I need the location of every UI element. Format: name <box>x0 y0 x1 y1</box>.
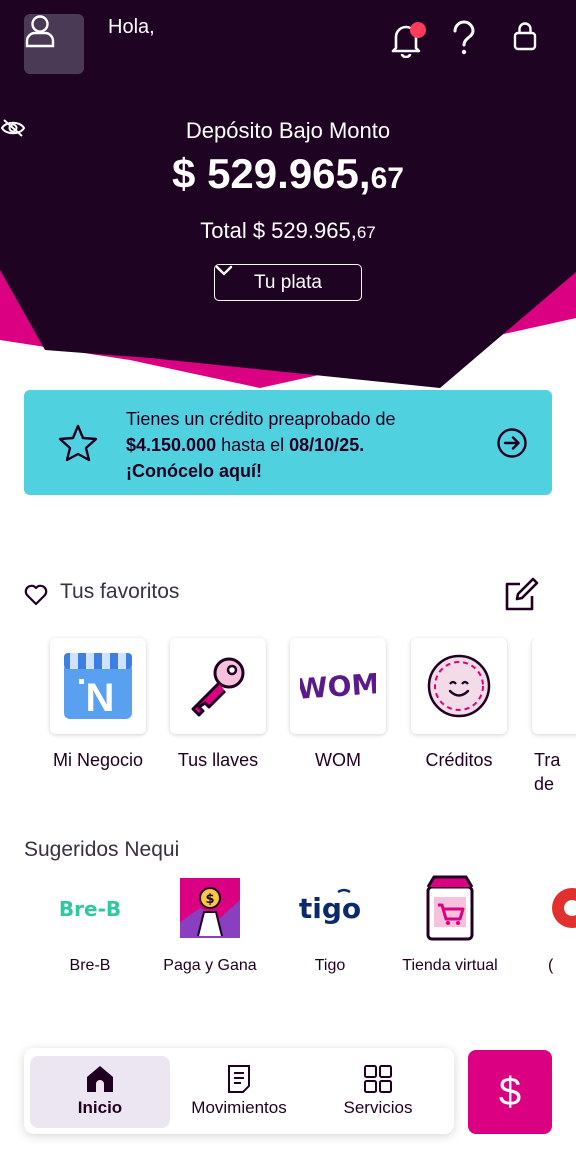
balance-amount: $ 529.965,67 <box>0 150 576 198</box>
lock-icon <box>513 22 537 51</box>
home-icon <box>87 1066 113 1092</box>
shop-cart-icon <box>418 875 482 941</box>
suggested-paga-y-gana[interactable]: $ Paga y Gana <box>150 876 270 978</box>
top-icons <box>388 20 552 64</box>
suggested-list: Bre-B Bre-B $ Paga y Gana tigo Tigo Tien… <box>0 875 576 1006</box>
favorite-label: Mi Negocio <box>52 750 144 770</box>
favorite-creditos[interactable]: Créditos <box>399 638 519 772</box>
nav-movimientos[interactable]: Movimientos <box>169 1056 309 1128</box>
favorite-tus-llaves[interactable]: Tus llaves <box>158 638 278 772</box>
user-icon <box>25 15 55 48</box>
notification-dot <box>410 22 426 38</box>
favorite-label: Tra de <box>534 750 561 794</box>
help-icon <box>453 20 475 55</box>
suggested-label: Tigo <box>314 957 346 974</box>
key-icon <box>191 657 245 717</box>
eye-off-icon[interactable] <box>0 118 26 138</box>
bre-b-logo-icon: Bre-B <box>58 876 122 940</box>
notifications-button[interactable] <box>388 20 428 64</box>
edit-icon[interactable] <box>502 576 540 614</box>
star-icon <box>58 424 98 462</box>
amount-main: 529.965, <box>207 150 371 197</box>
grid-icon <box>364 1065 392 1093</box>
lock-button[interactable] <box>512 20 552 64</box>
credit-promo-banner[interactable]: Tienes un crédito preaprobado de $4.150.… <box>24 390 552 495</box>
nav-label: Servicios <box>343 1098 413 1117</box>
nav-inicio[interactable]: Inicio <box>30 1056 170 1128</box>
favorites-header: Tus favoritos <box>24 577 552 611</box>
suggested-label: ( <box>548 957 554 974</box>
paga-y-gana-icon: $ <box>178 876 242 940</box>
svg-text:WOM: WOM <box>300 667 376 706</box>
dollar-icon: $ <box>498 1069 522 1114</box>
total-cents: 67 <box>356 223 376 242</box>
favorite-card <box>532 638 576 734</box>
favorites-list: N Mi Negocio Tus llaves WOM WOM Créditos… <box>0 638 576 808</box>
balance-label: Depósito Bajo Monto <box>0 118 576 144</box>
suggested-partial[interactable]: ( <box>520 876 576 978</box>
balance-total: Total $ 529.965,67 <box>0 218 576 244</box>
tu-plata-button[interactable]: Tu plata <box>214 264 362 301</box>
arrow-right-circle-icon[interactable] <box>496 427 528 459</box>
bottom-nav: Inicio Movimientos Servicios <box>24 1048 454 1134</box>
nav-label: Movimientos <box>191 1098 287 1117</box>
document-list-icon <box>228 1065 250 1093</box>
promo-text: Tienes un crédito preaprobado de $4.150.… <box>126 406 446 484</box>
favorite-label: Créditos <box>425 750 493 770</box>
pay-button[interactable]: $ <box>468 1050 552 1134</box>
balance-hero: Hola, Depósito Bajo Monto $ 529.965,67 T… <box>0 0 576 400</box>
suggested-label: Paga y Gana <box>163 957 257 974</box>
favorite-label: WOM <box>315 750 361 770</box>
favorite-card: N <box>50 638 146 734</box>
svg-text:N: N <box>86 676 115 720</box>
nav-servicios[interactable]: Servicios <box>308 1056 448 1128</box>
balance-label-text: Depósito Bajo Monto <box>185 118 391 143</box>
heart-icon <box>24 584 48 606</box>
total-amount: Total $ 529.965, <box>200 218 357 243</box>
tu-plata-label: Tu plata <box>254 271 322 293</box>
svg-text:$: $ <box>205 892 214 907</box>
nav-label: Inicio <box>77 1098 123 1117</box>
tigo-logo-icon: tigo <box>298 876 362 940</box>
suggested-label: Bre-B <box>69 957 111 974</box>
promo-date: 08/10/25. <box>289 435 365 455</box>
promo-cta: ¡Conócelo aquí! <box>126 461 262 481</box>
favorite-card <box>170 638 266 734</box>
greeting-text: Hola, <box>108 16 155 38</box>
favorite-partial[interactable]: Tra de <box>520 638 576 796</box>
currency-symbol: $ <box>172 150 196 197</box>
svg-text:tigo: tigo <box>299 892 361 925</box>
favorites-title: Tus favoritos <box>60 580 180 603</box>
top-bar: Hola, <box>24 14 552 74</box>
suggested-label: Tienda virtual <box>402 957 498 974</box>
suggested-tienda-virtual[interactable]: Tienda virtual <box>390 875 510 978</box>
amount-cents: 67 <box>370 162 404 195</box>
suggested-tigo[interactable]: tigo Tigo <box>270 876 390 978</box>
svg-text:Bre-B: Bre-B <box>59 897 121 921</box>
suggested-bre-b[interactable]: Bre-B Bre-B <box>30 876 150 978</box>
favorite-label: Tus llaves <box>177 750 259 770</box>
help-button[interactable] <box>450 20 490 64</box>
promo-line1: Tienes un crédito preaprobado de <box>126 409 396 429</box>
promo-amount: $4.150.000 <box>126 435 217 455</box>
promo-mid: hasta el <box>216 435 290 455</box>
favorite-card: WOM <box>290 638 386 734</box>
smile-coin-icon <box>427 654 491 718</box>
partial-logo-icon <box>540 876 576 940</box>
favorite-wom[interactable]: WOM WOM <box>278 638 398 772</box>
suggested-title: Sugeridos Nequi <box>24 838 180 861</box>
wom-logo-icon: WOM <box>300 667 376 706</box>
favorite-mi-negocio[interactable]: N Mi Negocio <box>38 638 158 772</box>
profile-button[interactable] <box>24 14 84 74</box>
store-n-icon: N <box>64 653 132 720</box>
chevron-down-icon <box>215 265 233 276</box>
favorite-card <box>411 638 507 734</box>
